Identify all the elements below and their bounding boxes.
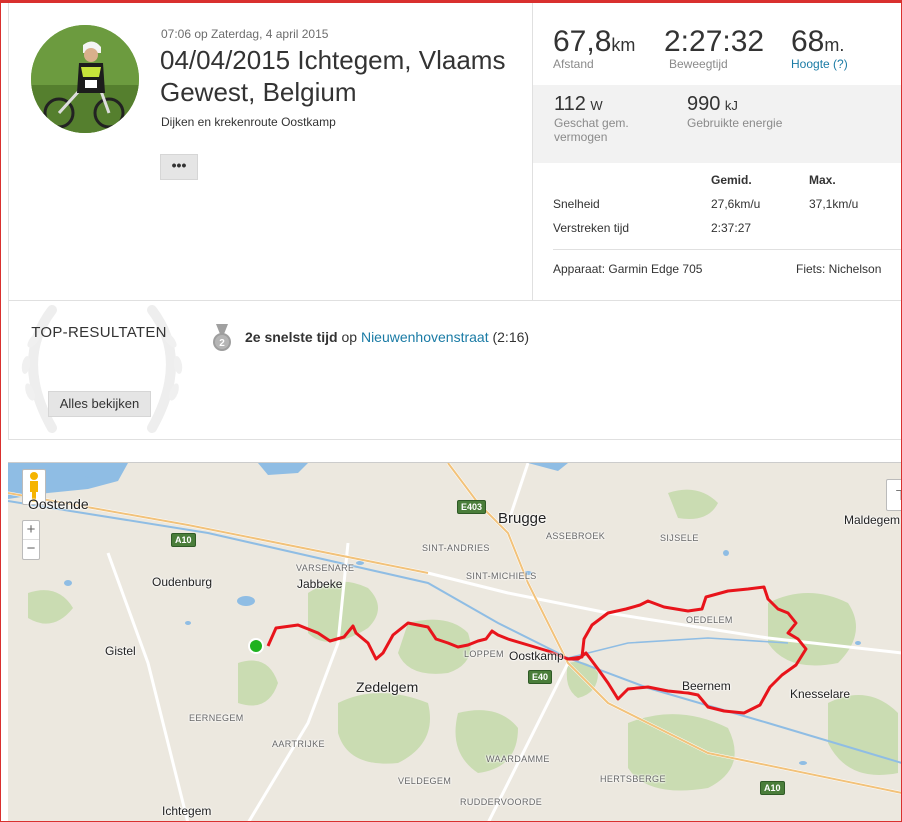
segment-time: (2:16) (492, 329, 530, 345)
road-shield-e403: E403 (457, 500, 487, 514)
power-value: 112 (554, 93, 586, 115)
map-label-varsenare: VARSENARE (296, 563, 355, 573)
moving-time-label: Beweegtijd (669, 57, 728, 71)
more-actions-button[interactable]: ••• (160, 154, 198, 180)
stats-panel: 67,8km Afstand 2:27:32 Beweegtijd 68m. H… (532, 3, 902, 300)
moving-time-value: 2:27:32 (664, 25, 765, 58)
distance-stat: 67,8km Afstand (553, 25, 635, 71)
road-shield-a10-south: A10 (760, 781, 785, 795)
map-label-loppem: LOPPEM (464, 649, 504, 659)
medal-number: 2 (219, 338, 225, 349)
map-label-knesselare: Knesselare (790, 687, 851, 701)
col-avg-header: Gemid. (711, 173, 752, 187)
activity-datetime: 07:06 op Zaterdag, 4 april 2015 (161, 27, 329, 41)
distance-unit: km (611, 35, 636, 55)
map-base-layer (8, 463, 902, 822)
speed-avg: 27,6km/u (711, 197, 761, 211)
map-label-ruddervoorde: RUDDERVOORDE (460, 797, 543, 807)
map-label-sint-andries: SINT-ANDRIES (422, 543, 490, 553)
map-label-waardamme: WAARDAMME (486, 754, 550, 764)
map-label-sijsele: SIJSELE (660, 533, 699, 543)
map-label-sint-michiels: SINT-MICHIELS (466, 571, 537, 581)
col-max-header: Max. (809, 173, 836, 187)
power-label: Geschat gem. vermogen (554, 116, 629, 144)
elapsed-avg: 2:37:27 (711, 221, 752, 235)
map-label-oedelem: OEDELEM (686, 615, 733, 625)
map-label-veldegem: VELDEGEM (398, 776, 452, 786)
achievement-rank: 2e snelste tijd (245, 329, 338, 345)
speed-max: 37,1km/u (809, 197, 859, 211)
energy-value: 990 (687, 93, 721, 115)
map-label-gistel: Gistel (105, 644, 136, 658)
activity-description: Dijken en krekenroute Oostkamp (161, 115, 336, 129)
distance-value: 67,8 (553, 25, 612, 58)
map-label-oudenburg: Oudenburg (152, 575, 213, 589)
power-unit: W (590, 98, 603, 113)
map-type-toggle-icon[interactable]: ⊤ (886, 479, 902, 511)
map-label-zedelgem: Zedelgem (356, 679, 419, 695)
road-shield-a10-west: A10 (171, 533, 196, 547)
elevation-help-link[interactable]: Hoogte (?) (791, 57, 848, 71)
bike-info: Fiets: Nichelson (796, 262, 882, 276)
achievement-connector: op (341, 329, 358, 345)
map-label-oostende: Oostende (28, 496, 89, 512)
map-label-beernem: Beernem (682, 679, 731, 693)
map-label-assebroek: ASSEBROEK (546, 531, 606, 541)
segment-link[interactable]: Nieuwenhovenstraat (361, 329, 489, 345)
map-label-ichtegem: Ichtegem (162, 804, 212, 818)
speed-row-label: Snelheid (553, 197, 600, 211)
route-map[interactable]: + − ⊤ Oostende Brugge Maldegem Oudenburg… (8, 462, 902, 822)
map-label-hertsberge: HERTSBERGE (600, 774, 666, 784)
map-label-maldegem: Maldegem (844, 513, 901, 527)
distance-label: Afstand (553, 57, 594, 71)
energy-unit: kJ (724, 98, 738, 113)
map-label-aartrijke: AARTRIJKE (272, 739, 325, 749)
elevation-value: 68 (791, 25, 825, 58)
elevation-unit: m. (824, 35, 845, 55)
window-top-border (0, 0, 902, 3)
map-label-jabbeke: Jabbeke (297, 577, 343, 591)
top-results-title: TOP-RESULTATEN (31, 324, 167, 341)
device-info: Apparaat: Garmin Edge 705 (553, 262, 703, 276)
laurel-wreath-icon (21, 305, 183, 433)
power-stat: 112 W Geschat gem. vermogen (554, 93, 664, 144)
road-shield-e40: E40 (528, 670, 553, 684)
elevation-stat: 68m. Hoogte (?) (791, 25, 848, 71)
athlete-avatar[interactable] (31, 25, 139, 133)
view-all-button[interactable]: Alles bekijken (48, 391, 151, 417)
zoom-in-button[interactable]: + (23, 521, 39, 540)
energy-label: Gebruikte energie (687, 116, 783, 130)
stats-divider (553, 249, 902, 250)
silver-medal-icon: 2 (213, 324, 231, 351)
zoom-out-button[interactable]: − (23, 540, 39, 559)
moving-time-stat: 2:27:32 Beweegtijd (664, 25, 764, 71)
energy-stat: 990 kJ Gebruikte energie (687, 93, 797, 130)
activity-title: 04/04/2015 Ichtegem, Vlaams Gewest, Belg… (160, 45, 506, 107)
map-label-oostkamp: Oostkamp (509, 649, 564, 663)
map-zoom-control: + − (22, 520, 40, 560)
map-label-eernegem: EERNEGEM (189, 713, 244, 723)
achievement-item: 2e snelste tijd op Nieuwenhovenstraat (2… (245, 329, 529, 345)
map-label-brugge: Brugge (498, 510, 547, 527)
elapsed-row-label: Verstreken tijd (553, 221, 630, 235)
